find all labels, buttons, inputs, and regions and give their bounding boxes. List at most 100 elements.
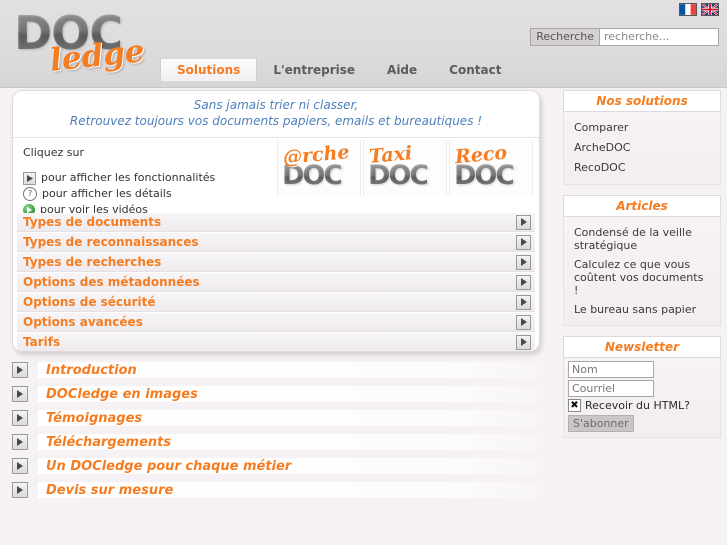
newsletter-html-checkbox[interactable]: ✖ xyxy=(568,399,581,412)
product-logo-recodoc[interactable]: Reco DOC xyxy=(449,140,533,196)
search-input[interactable] xyxy=(599,28,719,46)
section-link-label: Un DOCledge pour chaque métier xyxy=(46,458,292,474)
section-link-label: DOCledge en images xyxy=(46,386,198,402)
expand-play-icon[interactable] xyxy=(516,314,531,330)
tagline-line-1: Sans jamais trier ni classer, xyxy=(193,98,359,112)
section-link-bar[interactable]: Téléchargements xyxy=(38,434,546,450)
section-link-bar[interactable]: Devis sur mesure xyxy=(38,482,546,498)
question-circle-icon: ? xyxy=(23,187,37,201)
sidebar-item-calculez-cout[interactable]: Calculez ce que vous coûtent vos documen… xyxy=(564,255,720,300)
section-link-introduction[interactable]: Introduction xyxy=(12,362,546,378)
accordion-row-options-avancees[interactable]: Options avancées xyxy=(17,313,535,332)
main-navigation: Solutions L'entreprise Aide Contact xyxy=(160,58,517,81)
expand-play-icon[interactable] xyxy=(516,214,531,230)
legend-label-features: pour afficher les fonctionnalités xyxy=(41,171,216,184)
accordion-row-types-de-recherches[interactable]: Types de recherches xyxy=(17,253,535,272)
product-word-reco: Reco xyxy=(454,141,508,169)
newsletter-html-row: ✖ Recevoir du HTML? xyxy=(568,399,716,412)
sidebar-body-articles: Condensé de la veille stratégique Calcul… xyxy=(563,217,721,326)
newsletter-html-label: Recevoir du HTML? xyxy=(585,399,690,412)
expand-play-icon[interactable] xyxy=(12,482,28,498)
accordion-row-options-des-metadonnees[interactable]: Options des métadonnées xyxy=(17,273,535,292)
site-header: DOC ledge Recherche Solutions L'entrepri… xyxy=(0,0,727,88)
nav-item-solutions[interactable]: Solutions xyxy=(160,58,258,81)
product-word-taxi: Taxi xyxy=(368,142,414,168)
legend-title: Cliquez sur xyxy=(23,146,85,159)
search-area: Recherche xyxy=(530,28,719,46)
accordion-label: Types de recherches xyxy=(23,255,162,269)
click-legend: Cliquez sur pour afficher les fonctionna… xyxy=(23,146,215,219)
expand-play-icon[interactable] xyxy=(516,294,531,310)
accordion-label: Types de documents xyxy=(23,215,162,229)
tagline: Sans jamais trier ni classer, Retrouvez … xyxy=(13,91,539,138)
play-box-icon xyxy=(23,171,36,185)
legend-item-details: ? pour afficher les détails xyxy=(23,187,215,201)
section-links: Introduction DOCledge en images Témoigna… xyxy=(12,362,546,506)
expand-play-icon[interactable] xyxy=(12,362,28,378)
features-accordion: Types de documents Types de reconnaissan… xyxy=(13,213,539,351)
expand-play-icon[interactable] xyxy=(516,254,531,270)
accordion-row-options-de-securite[interactable]: Options de sécurité xyxy=(17,293,535,312)
expand-play-icon[interactable] xyxy=(516,234,531,250)
flag-en-icon[interactable] xyxy=(701,3,719,16)
section-link-un-docledge-pour-chaque-metier[interactable]: Un DOCledge pour chaque métier xyxy=(12,458,546,474)
section-link-label: Témoignages xyxy=(46,410,143,426)
solutions-panel: Sans jamais trier ni classer, Retrouvez … xyxy=(12,90,540,352)
section-link-label: Téléchargements xyxy=(46,434,172,450)
nav-item-aide[interactable]: Aide xyxy=(371,59,433,81)
expand-play-icon[interactable] xyxy=(12,386,28,402)
panel-middle: Cliquez sur pour afficher les fonctionna… xyxy=(13,138,539,218)
section-link-devis-sur-mesure[interactable]: Devis sur mesure xyxy=(12,482,546,498)
accordion-row-types-de-reconnaissances[interactable]: Types de reconnaissances xyxy=(17,233,535,252)
newsletter-email-input[interactable] xyxy=(568,380,654,397)
legend-item-features: pour afficher les fonctionnalités xyxy=(23,171,215,185)
sidebar-heading-articles: Articles xyxy=(563,195,721,217)
section-link-bar[interactable]: Témoignages xyxy=(38,410,546,426)
section-link-temoignages[interactable]: Témoignages xyxy=(12,410,546,426)
site-logo[interactable]: DOC ledge xyxy=(12,4,162,79)
sidebar-box-articles: Articles Condensé de la veille stratégiq… xyxy=(563,195,721,326)
legend-label-details: pour afficher les détails xyxy=(42,187,172,200)
accordion-label: Options des métadonnées xyxy=(23,275,200,289)
tagline-line-2: Retrouvez toujours vos documents papiers… xyxy=(69,114,483,128)
expand-play-icon[interactable] xyxy=(12,410,28,426)
sidebar-item-archedoc[interactable]: ArcheDOC xyxy=(564,138,720,158)
accordion-row-types-de-documents[interactable]: Types de documents xyxy=(17,213,535,232)
nav-item-contact[interactable]: Contact xyxy=(433,59,517,81)
expand-play-icon[interactable] xyxy=(12,434,28,450)
newsletter-name-input[interactable] xyxy=(568,361,654,378)
sidebar-item-bureau-sans-papier[interactable]: Le bureau sans papier xyxy=(564,300,720,319)
section-link-bar[interactable]: Un DOCledge pour chaque métier xyxy=(38,458,546,474)
product-logos: @rche DOC Taxi DOC Reco DOC xyxy=(277,140,533,196)
accordion-row-tarifs[interactable]: Tarifs xyxy=(17,333,535,351)
expand-play-icon[interactable] xyxy=(516,274,531,290)
sidebar-item-condense-veille[interactable]: Condensé de la veille stratégique xyxy=(564,223,720,255)
section-link-docledge-en-images[interactable]: DOCledge en images xyxy=(12,386,546,402)
section-link-label: Introduction xyxy=(46,362,137,378)
nav-item-lentreprise[interactable]: L'entreprise xyxy=(257,59,371,81)
sidebar-item-recodoc[interactable]: RecoDOC xyxy=(564,158,720,178)
accordion-label: Options avancées xyxy=(23,315,143,329)
section-link-bar[interactable]: DOCledge en images xyxy=(38,386,546,402)
sidebar-item-comparer[interactable]: Comparer xyxy=(564,118,720,138)
sidebar-body-solutions: Comparer ArcheDOC RecoDOC xyxy=(563,112,721,185)
sidebar-box-solutions: Nos solutions Comparer ArcheDOC RecoDOC xyxy=(563,90,721,185)
sidebar-heading-newsletter: Newsletter xyxy=(563,336,721,358)
language-flags xyxy=(679,3,719,16)
right-sidebar: Nos solutions Comparer ArcheDOC RecoDOC … xyxy=(563,90,721,448)
sidebar-heading-solutions: Nos solutions xyxy=(563,90,721,112)
newsletter-form: ✖ Recevoir du HTML? S'abonner xyxy=(563,358,721,438)
expand-play-icon[interactable] xyxy=(516,334,531,350)
accordion-label: Options de sécurité xyxy=(23,295,156,309)
flag-fr-icon[interactable] xyxy=(679,3,697,16)
section-link-telechargements[interactable]: Téléchargements xyxy=(12,434,546,450)
search-button[interactable]: Recherche xyxy=(530,28,599,46)
expand-play-icon[interactable] xyxy=(12,458,28,474)
product-logo-taxidoc[interactable]: Taxi DOC xyxy=(363,140,447,196)
product-logo-archedoc[interactable]: @rche DOC xyxy=(277,140,361,196)
section-link-label: Devis sur mesure xyxy=(46,482,174,498)
newsletter-submit-button[interactable]: S'abonner xyxy=(568,415,634,432)
accordion-label: Types de reconnaissances xyxy=(23,235,199,249)
accordion-label: Tarifs xyxy=(23,335,61,349)
section-link-bar[interactable]: Introduction xyxy=(38,362,546,378)
